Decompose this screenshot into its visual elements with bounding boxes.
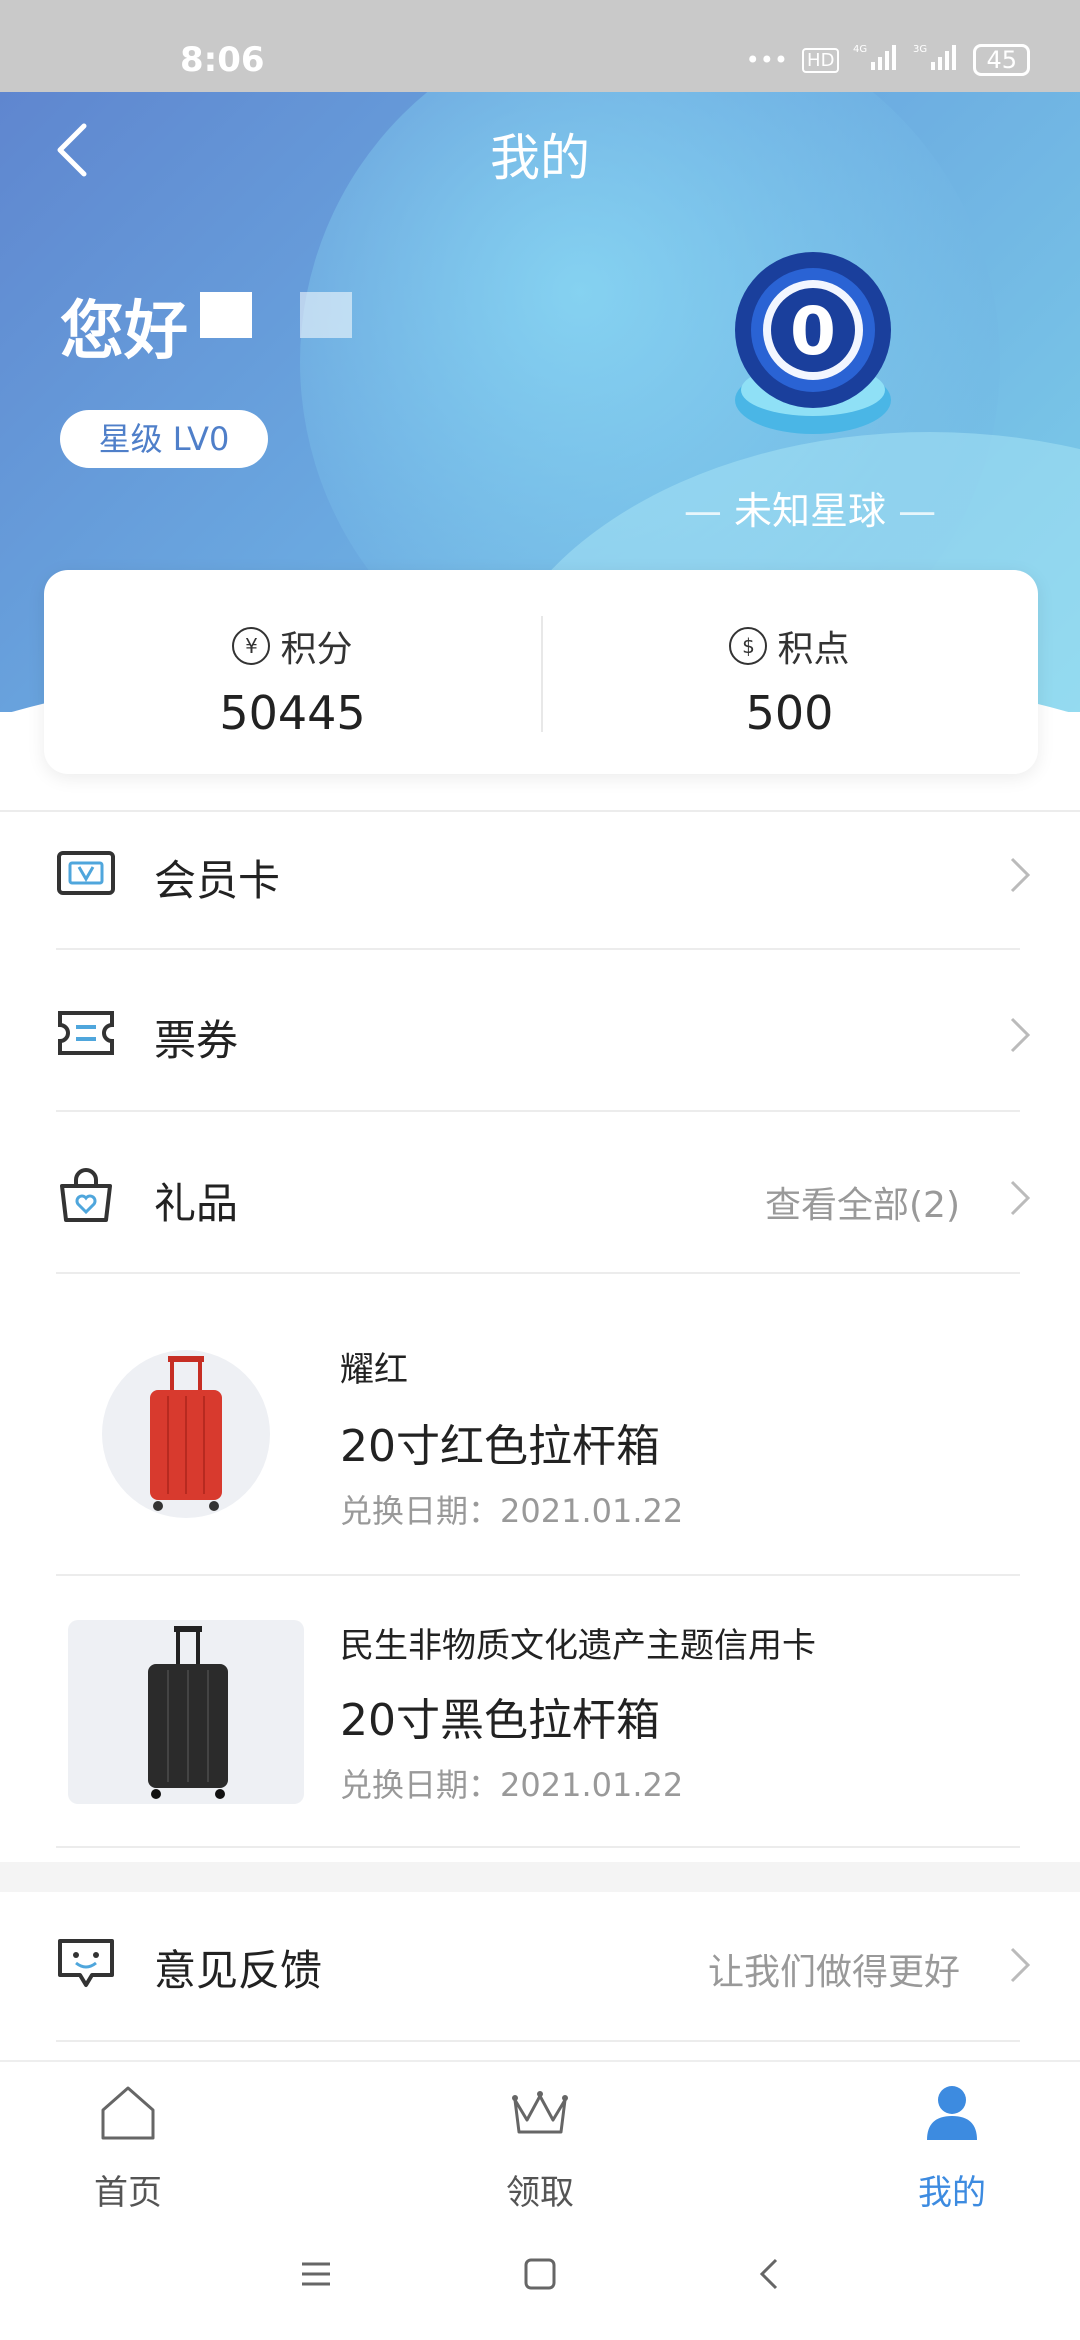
gift-thumbnail [68, 1620, 304, 1804]
gift-bag-icon [60, 1168, 112, 1222]
level-badge[interactable]: 星级 LV0 [60, 410, 268, 468]
planet-level-glyph: 0 [790, 293, 836, 370]
status-time: 8:06 [180, 40, 265, 80]
redacted-name [300, 292, 352, 338]
money-bag-icon: $ [729, 627, 768, 665]
divider [56, 1110, 1020, 1112]
red-luggage-icon [150, 1356, 222, 1511]
home-icon [101, 2086, 155, 2140]
tab-label: 领取 [506, 2173, 574, 2213]
gift-item[interactable]: 耀红 20寸红色拉杆箱 兑换日期：2021.01.22 [0, 1300, 1080, 1570]
divider [56, 1846, 1020, 1848]
yen-icon: ¥ [232, 627, 271, 665]
gift-item[interactable]: 民生非物质文化遗产主题信用卡 20寸黑色拉杆箱 兑换日期：2021.01.22 [0, 1580, 1080, 1850]
menu-label: 会员卡 [154, 856, 281, 905]
stat-credits-value: 500 [745, 686, 834, 740]
stat-label: 积点 [777, 629, 850, 670]
stat-points-label: ¥ 积分 [232, 620, 353, 672]
stat-points-value: 50445 [219, 686, 366, 740]
stat-label: 积分 [280, 629, 353, 670]
gift-date: 兑换日期：2021.01.22 [340, 1766, 684, 1804]
tab-home[interactable]: 首页 [28, 2082, 228, 2214]
chevron-right-icon [1010, 1180, 1031, 1216]
menu-label: 意见反馈 [154, 1946, 323, 1995]
back-nav-icon[interactable] [752, 2256, 788, 2292]
planet-name: 未知星球 [733, 489, 886, 533]
feedback-chat-icon [58, 1939, 114, 1987]
planet-label: — 未知星球 — [670, 480, 950, 535]
status-icons: ••• HD 4G 3G 45 [746, 42, 1030, 78]
points-card: ¥ 积分 50445 $ 积点 500 [44, 570, 1038, 774]
gift-name: 20寸红色拉杆箱 [340, 1421, 660, 1472]
person-icon [927, 2086, 977, 2140]
member-card-icon [57, 851, 115, 895]
stat-credits-label: $ 积点 [729, 620, 850, 672]
divider [56, 948, 1020, 950]
stat-credits[interactable]: $ 积点 500 [541, 620, 1038, 740]
hd-icon: HD [802, 47, 840, 73]
greeting: 您好 [60, 295, 188, 369]
bottom-tab-bar: 首页 领取 我的 [0, 2060, 1080, 2214]
feedback-hint: 让我们做得更好 [707, 1952, 960, 1993]
battery-indicator: 45 [973, 44, 1030, 76]
menu-tickets[interactable]: 票券 [0, 955, 1080, 1115]
gift-thumbnail [102, 1350, 270, 1518]
system-nav-bar [0, 2212, 1080, 2340]
view-all-link[interactable]: 查看全部(2) [765, 1176, 960, 1228]
status-bar: 8:06 ••• HD 4G 3G 45 [0, 0, 1080, 92]
signal-3g-icon: 3G [913, 42, 959, 78]
divider [56, 1574, 1020, 1576]
chevron-right-icon [1010, 1017, 1031, 1053]
dash-right: — [886, 489, 937, 533]
gift-brand: 民生非物质文化遗产主题信用卡 [340, 1626, 816, 1666]
gift-brand: 耀红 [340, 1350, 408, 1390]
svg-text:4G: 4G [853, 44, 867, 55]
menu-feedback[interactable]: 意见反馈 让我们做得更好 [0, 1885, 1080, 2045]
menu-label: 票券 [154, 1016, 239, 1065]
planet-badge-icon[interactable]: 0 [728, 250, 898, 440]
tab-mine[interactable]: 我的 [852, 2082, 1052, 2214]
black-luggage-icon [148, 1626, 228, 1799]
redacted-name [200, 292, 252, 338]
signal-4g-icon: 4G [853, 42, 899, 78]
gift-date: 兑换日期：2021.01.22 [340, 1492, 684, 1530]
tab-label: 首页 [94, 2173, 162, 2213]
chevron-right-icon [1010, 1947, 1031, 1983]
crown-icon [512, 2091, 568, 2134]
tab-claim[interactable]: 领取 [440, 2082, 640, 2214]
page-title: 我的 [490, 129, 590, 187]
ticket-icon [58, 1011, 114, 1055]
menu-label: 礼品 [154, 1179, 239, 1228]
tab-label: 我的 [918, 2173, 986, 2213]
chevron-right-icon [1010, 857, 1031, 893]
menu-icon[interactable] [298, 2256, 334, 2292]
home-button-icon[interactable] [522, 2256, 558, 2292]
divider [56, 1272, 1020, 1274]
svg-text:3G: 3G [913, 44, 927, 55]
menu-gifts[interactable]: 礼品 查看全部(2) [0, 1118, 1080, 1278]
divider [56, 2040, 1020, 2042]
menu-member-card[interactable]: 会员卡 [0, 795, 1080, 955]
gift-name: 20寸黑色拉杆箱 [340, 1695, 660, 1746]
stat-points[interactable]: ¥ 积分 50445 [44, 620, 541, 740]
more-dots-icon: ••• [745, 46, 789, 74]
dash-left: — [683, 489, 734, 533]
